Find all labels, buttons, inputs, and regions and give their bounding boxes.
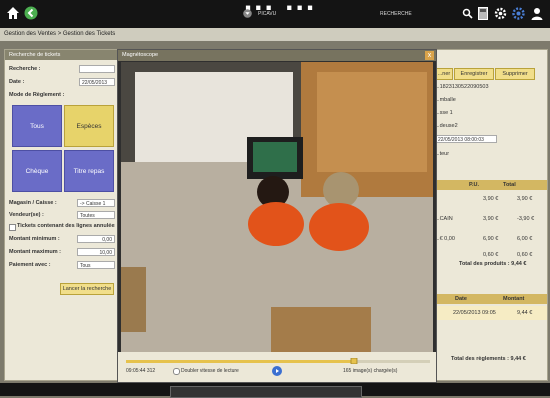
table-row[interactable]: 3,90 € 3,90 € [433,193,547,205]
bottom-bar [0,383,550,398]
montant-min-input[interactable]: 0,00 [77,235,115,243]
app-name: PICAVU [258,11,277,17]
dropdown-icon[interactable] [243,6,252,20]
ticket-section-label: ...teur [435,151,450,157]
play-icon [276,369,279,373]
ticket-line-4: ...deuse2 [435,123,458,129]
row-pu: 3,90 € [483,216,499,222]
video-progress-bar[interactable] [126,358,430,364]
payment-amount: 9,44 € [517,310,533,316]
taskbar-tab[interactable] [170,386,362,398]
tickets-check-label: Tickets contenant des lignes annulées [17,223,115,229]
calculator-icon[interactable] [478,6,488,20]
montant-max-label: Montant maximum : [9,249,61,255]
video-window: Magnétoscope x 09:05:44 312 Doubler vite… [117,49,437,383]
settings-blue-icon[interactable] [512,6,525,20]
timecode: 09:05:44 312 [126,368,156,374]
top-bar: ... ... PICAVU RECHERCHE [0,0,550,28]
search-panel-title: Recherche de tickets [5,50,117,60]
row-total: 3,90 € [517,196,533,202]
recherche-label: Recherche : [9,66,41,72]
row-pu: 3,90 € [483,196,499,202]
header-date: Date [455,296,467,302]
magasin-select[interactable]: -> Caisse 1 [77,199,115,207]
header-montant: Montant [503,296,525,302]
total-products: Total des produits : 9,44 € [459,261,527,267]
pay-tous-button[interactable]: Tous [12,105,62,147]
row-pu: 6,90 € [483,236,499,242]
video-controls: 09:05:44 312 Doubler vitesse de lecture … [118,352,436,382]
payments-table-header: Date Montant [433,294,547,304]
pay-cheque-button[interactable]: Chèque [12,150,62,192]
cctv-frame [121,62,433,352]
images-loaded: 165 image(s) chargée(s) [343,368,398,374]
date-input[interactable]: 22/05/2013 [79,78,115,86]
video-progress-handle[interactable] [350,358,358,364]
paiement-label: Paiement avec : [9,262,51,268]
table-row[interactable]: 0,60 € 0,60 € [433,249,547,261]
payment-row[interactable]: 22/05/2013 09:05 9,44 € [433,306,547,320]
table-row[interactable]: ...CAIN 3,90 € -3,90 € [433,213,547,225]
pay-titre-repas-button[interactable]: Titre repas [64,150,114,192]
close-icon[interactable]: x [425,51,434,60]
row-pu: 0,60 € [483,252,499,258]
double-speed-label: Doubler vitesse de lecture [181,368,239,374]
row-total: 6,00 € [517,236,533,242]
row-label: ...€ 0,00 [435,236,455,242]
video-window-title: Magnétoscope [118,50,436,61]
table-row[interactable]: ...€ 0,00 6,90 € 6,00 € [433,233,547,245]
montant-min-label: Montant minimum : [9,236,60,242]
ticket-date-input[interactable]: 22/05/2013 08:00:03 [435,135,497,143]
total-payments: Total des règlements : 9,44 € [451,356,526,362]
ticket-line-3: ...sse 1 [435,110,453,116]
payment-date: 22/05/2013 09:05 [453,310,496,316]
header-pu: P.U. [469,182,479,188]
row-label: ...CAIN [435,216,453,222]
ticket-number: ...1823130522090503 [435,84,489,90]
search-icon[interactable] [462,6,473,20]
back-icon[interactable] [24,6,38,20]
ticket-line-2: ...mballe [435,97,456,103]
breadcrumb: Gestion des Ventes > Gestion des Tickets [0,28,550,41]
save-button[interactable]: Enregistrer [454,68,494,80]
row-total: -3,90 € [517,216,535,222]
date-label: Date : [9,79,25,85]
home-icon[interactable] [6,6,20,20]
search-label: RECHERCHE [380,11,412,17]
magasin-label: Magasin / Caisse : [9,200,57,206]
ticket-panel: ...ner Enregistrer Supprimer ...18231305… [432,49,548,381]
mode-label: Mode de Règlement : [9,92,65,98]
play-button[interactable] [272,366,282,376]
gear-icon[interactable] [494,6,507,20]
action-button-1[interactable]: ...ner [435,68,453,80]
header-total: Total [503,182,516,188]
pay-especes-button[interactable]: Espèces [64,105,114,147]
video-progress-fill [126,360,354,363]
products-table-header: P.U. Total [433,180,547,190]
double-speed-checkbox[interactable] [173,368,180,375]
paiement-select[interactable]: Tous [77,261,115,269]
user-icon[interactable] [531,6,543,20]
launch-search-button[interactable]: Lancer la recherche [60,283,114,295]
vendeur-label: Vendeur(se) : [9,212,44,218]
vendeur-select[interactable]: Toutes [77,211,115,219]
montant-max-input[interactable]: 10,00 [77,248,115,256]
tickets-checkbox[interactable] [9,224,16,231]
row-total: 0,60 € [517,252,533,258]
search-panel: Recherche de tickets Recherche : Date : … [4,49,118,381]
delete-button[interactable]: Supprimer [495,68,535,80]
recherche-input[interactable] [79,65,115,73]
